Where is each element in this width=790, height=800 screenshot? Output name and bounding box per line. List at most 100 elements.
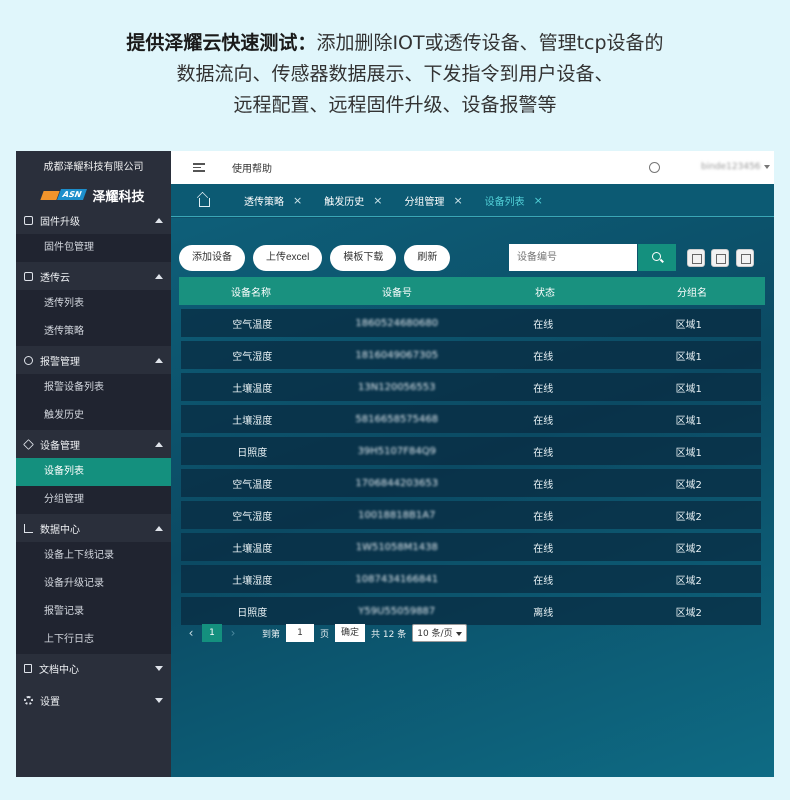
upload-excel-button[interactable]: 上传excel: [253, 245, 323, 271]
header-device-name[interactable]: 设备名称: [179, 277, 323, 305]
intro-text: 提供泽耀云快速测试：添加删除IOT或透传设备、管理tcp设备的 数据流向、传感器…: [0, 28, 790, 121]
sidebar-item-alarm-records[interactable]: 报警记录: [16, 598, 171, 626]
tab-passthrough-policy[interactable]: 透传策略 ×: [244, 193, 302, 208]
menu-toggle-icon[interactable]: [193, 161, 205, 174]
cell-status: 在线: [533, 479, 554, 491]
sidebar-group-firmware[interactable]: 固件升级: [16, 206, 171, 234]
chevron-down-icon: [455, 632, 462, 636]
add-device-button[interactable]: 添加设备: [179, 245, 245, 271]
help-link[interactable]: 使用帮助: [232, 160, 272, 175]
chevron-down-icon[interactable]: [764, 165, 770, 169]
chevron-up-icon: [155, 218, 163, 223]
close-icon[interactable]: ×: [453, 194, 462, 207]
close-icon[interactable]: ×: [534, 194, 543, 207]
sidebar-group-label: 固件升级: [40, 216, 80, 228]
chevron-up-icon: [155, 358, 163, 363]
cell-device-id: 1087434166841: [355, 573, 439, 585]
alarm-icon: [24, 355, 33, 365]
current-page[interactable]: 1: [202, 624, 222, 642]
cloud-icon: [24, 271, 33, 281]
sidebar-item-online-records[interactable]: 设备上下线记录: [16, 542, 171, 570]
page-size-select[interactable]: 10 条/页: [412, 624, 467, 642]
refresh-button[interactable]: 刷新: [404, 245, 451, 271]
table-row[interactable]: 日照度 Y59U55059887 离线 区域2: [181, 597, 761, 625]
cell-status: 离线: [533, 607, 554, 619]
table-row[interactable]: 空气湿度 10018818B1A7 在线 区域2: [181, 501, 761, 529]
table-row[interactable]: 空气温度 1706844203653 在线 区域2: [181, 469, 761, 497]
sidebar-item-group-management[interactable]: 分组管理: [16, 486, 171, 514]
device-table: 设备名称 设备号 状态 分组名 空气温度 1860524680680 在线 区域1 空气…: [179, 277, 765, 625]
home-icon[interactable]: [199, 197, 210, 207]
chevron-up-icon: [155, 526, 163, 531]
cell-device-name: 空气湿度: [232, 511, 273, 523]
table-row[interactable]: 土壤湿度 5816658575468 在线 区域1: [181, 405, 761, 433]
close-icon[interactable]: ×: [293, 194, 302, 207]
tab-trigger-history[interactable]: 触发历史 ×: [324, 193, 382, 208]
confirm-button[interactable]: 确定: [335, 624, 366, 642]
brand-name: 泽耀科技: [92, 189, 145, 205]
sidebar-item-upgrade-records[interactable]: 设备升级记录: [16, 570, 171, 598]
table-row[interactable]: 日照度 39H5107F84Q9 在线 区域1: [181, 437, 761, 465]
tab-label: 设备列表: [484, 196, 525, 208]
cell-device-name: 空气湿度: [232, 351, 273, 363]
table-row[interactable]: 土壤湿度 1087434166841 在线 区域2: [181, 565, 761, 593]
next-page-icon[interactable]: ›: [228, 626, 238, 640]
sidebar-item-updown-logs[interactable]: 上下行日志: [16, 626, 171, 654]
intro-line3: 远程配置、远程固件升级、设备报警等: [233, 94, 557, 116]
sidebar-item-passthrough-policy[interactable]: 透传策略: [16, 318, 171, 346]
cell-group: 区域2: [675, 479, 702, 491]
cell-group: 区域2: [675, 575, 702, 587]
sidebar-item-trigger-history[interactable]: 触发历史: [16, 402, 171, 430]
cell-device-name: 空气温度: [232, 479, 273, 491]
sidebar-group-settings[interactable]: 设置: [16, 686, 171, 714]
cell-status: 在线: [533, 575, 554, 587]
chevron-down-icon: [155, 666, 163, 671]
cell-status: 在线: [533, 511, 554, 523]
sidebar-group-documents[interactable]: 文档中心: [16, 654, 171, 682]
main-content: 添加设备 上传excel 模板下载 刷新 设备名称 设备号 状态 分组名 空气温…: [171, 218, 774, 777]
goto-page-input[interactable]: 1: [286, 624, 315, 642]
sidebar-group-alarm[interactable]: 报警管理: [16, 346, 171, 374]
sidebar-group-data-center[interactable]: 数据中心: [16, 514, 171, 542]
cell-group: 区域1: [675, 383, 702, 395]
header-group[interactable]: 分组名: [619, 277, 765, 305]
table-header: 设备名称 设备号 状态 分组名: [179, 277, 765, 305]
logo-text: ASN: [57, 189, 88, 200]
prev-page-icon[interactable]: ‹: [186, 626, 196, 640]
table-row[interactable]: 土壤温度 13N120056553 在线 区域1: [181, 373, 761, 401]
search-button[interactable]: [638, 244, 676, 271]
sidebar-group-device[interactable]: 设备管理: [16, 430, 171, 458]
sidebar-item-alarm-devices[interactable]: 报警设备列表: [16, 374, 171, 402]
table-row[interactable]: 空气温度 1860524680680 在线 区域1: [181, 309, 761, 337]
export-icon[interactable]: [711, 249, 729, 267]
header-device-id[interactable]: 设备号: [323, 277, 471, 305]
tab-group-management[interactable]: 分组管理 ×: [404, 193, 462, 208]
sidebar-group-passthrough[interactable]: 透传云: [16, 262, 171, 290]
header-status[interactable]: 状态: [471, 277, 619, 305]
tab-device-list[interactable]: 设备列表 ×: [485, 193, 543, 208]
intro-bold: 提供泽耀云快速测试：: [126, 32, 317, 54]
cell-group: 区域1: [675, 319, 702, 331]
username[interactable]: binde123456: [701, 162, 761, 172]
cell-device-id: 10018818B1A7: [358, 509, 436, 521]
columns-icon[interactable]: [687, 249, 705, 267]
cell-device-name: 土壤温度: [232, 383, 273, 395]
page-size-value: 10 条/页: [417, 629, 453, 639]
template-download-button[interactable]: 模板下载: [330, 245, 397, 271]
logo-icon: ASN: [40, 188, 88, 202]
sidebar-item-firmware-packages[interactable]: 固件包管理: [16, 234, 171, 262]
chevron-down-icon: [155, 698, 163, 703]
print-icon[interactable]: [736, 249, 754, 267]
close-icon[interactable]: ×: [373, 194, 382, 207]
cell-status: 在线: [533, 319, 554, 331]
cell-status: 在线: [533, 383, 554, 395]
sidebar-item-device-list[interactable]: 设备列表: [16, 458, 171, 486]
sidebar-group-label: 文档中心: [39, 664, 79, 676]
table-row[interactable]: 空气湿度 1816049067305 在线 区域1: [181, 341, 761, 369]
cell-device-name: 土壤湿度: [232, 415, 273, 427]
cell-group: 区域1: [675, 447, 702, 459]
table-row[interactable]: 土壤温度 1W51058M1438 在线 区域2: [181, 533, 761, 561]
palette-icon[interactable]: [649, 162, 660, 173]
sidebar-item-passthrough-list[interactable]: 透传列表: [16, 290, 171, 318]
device-search-input[interactable]: [509, 244, 637, 271]
